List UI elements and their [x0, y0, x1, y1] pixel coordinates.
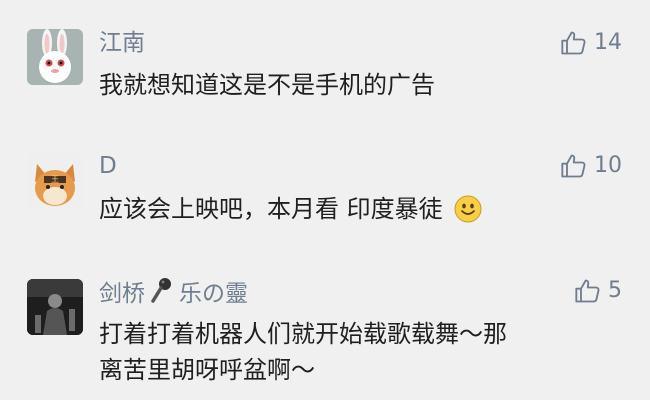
comment-text-line: 应该会上映吧，本月看 印度暴徒: [99, 195, 443, 223]
user-avatar[interactable]: 王: [27, 154, 83, 210]
concert-photo-avatar-icon: [27, 279, 83, 335]
thumb-up-icon: [561, 31, 586, 55]
comment-text: 我就想知道这是不是手机的广告: [99, 67, 610, 103]
like-button[interactable]: 14: [560, 29, 622, 57]
comment-text-line: 我就想知道这是不是手机的广告: [99, 71, 435, 99]
author-name-suffix[interactable]: 乐の靈: [179, 280, 248, 308]
microphone-emoji-icon: [151, 277, 173, 310]
author-name[interactable]: D: [99, 152, 117, 180]
rabbit-avatar-icon: [27, 29, 83, 85]
cat-avatar-icon: 王: [27, 154, 83, 210]
author-name[interactable]: 江南: [99, 29, 145, 57]
thumb-up-icon: [575, 279, 600, 303]
comment-author[interactable]: D: [99, 152, 117, 180]
like-button[interactable]: 5: [574, 277, 622, 305]
comment-author[interactable]: 剑桥 乐の靈: [99, 277, 248, 310]
svg-text:王: 王: [51, 175, 59, 184]
like-count: 14: [594, 30, 622, 55]
comment-author[interactable]: 江南: [99, 29, 145, 57]
like-count: 5: [608, 278, 622, 303]
author-name[interactable]: 剑桥: [99, 280, 145, 308]
user-avatar[interactable]: [27, 29, 83, 85]
comment-text: 打着打着机器人们就开始载歌载舞～那 离苦里胡呀呼盆啊～: [99, 316, 610, 388]
user-avatar[interactable]: [27, 279, 83, 335]
comment-text-line: 离苦里胡呀呼盆啊～: [99, 356, 315, 384]
comment-text: 应该会上映吧，本月看 印度暴徒: [99, 191, 610, 233]
smile-emoji-icon: [454, 195, 482, 233]
like-count: 10: [594, 153, 622, 178]
like-button[interactable]: 10: [560, 152, 622, 180]
comment-text-line: 打着打着机器人们就开始载歌载舞～那: [99, 320, 507, 348]
thumb-up-icon: [561, 154, 586, 178]
